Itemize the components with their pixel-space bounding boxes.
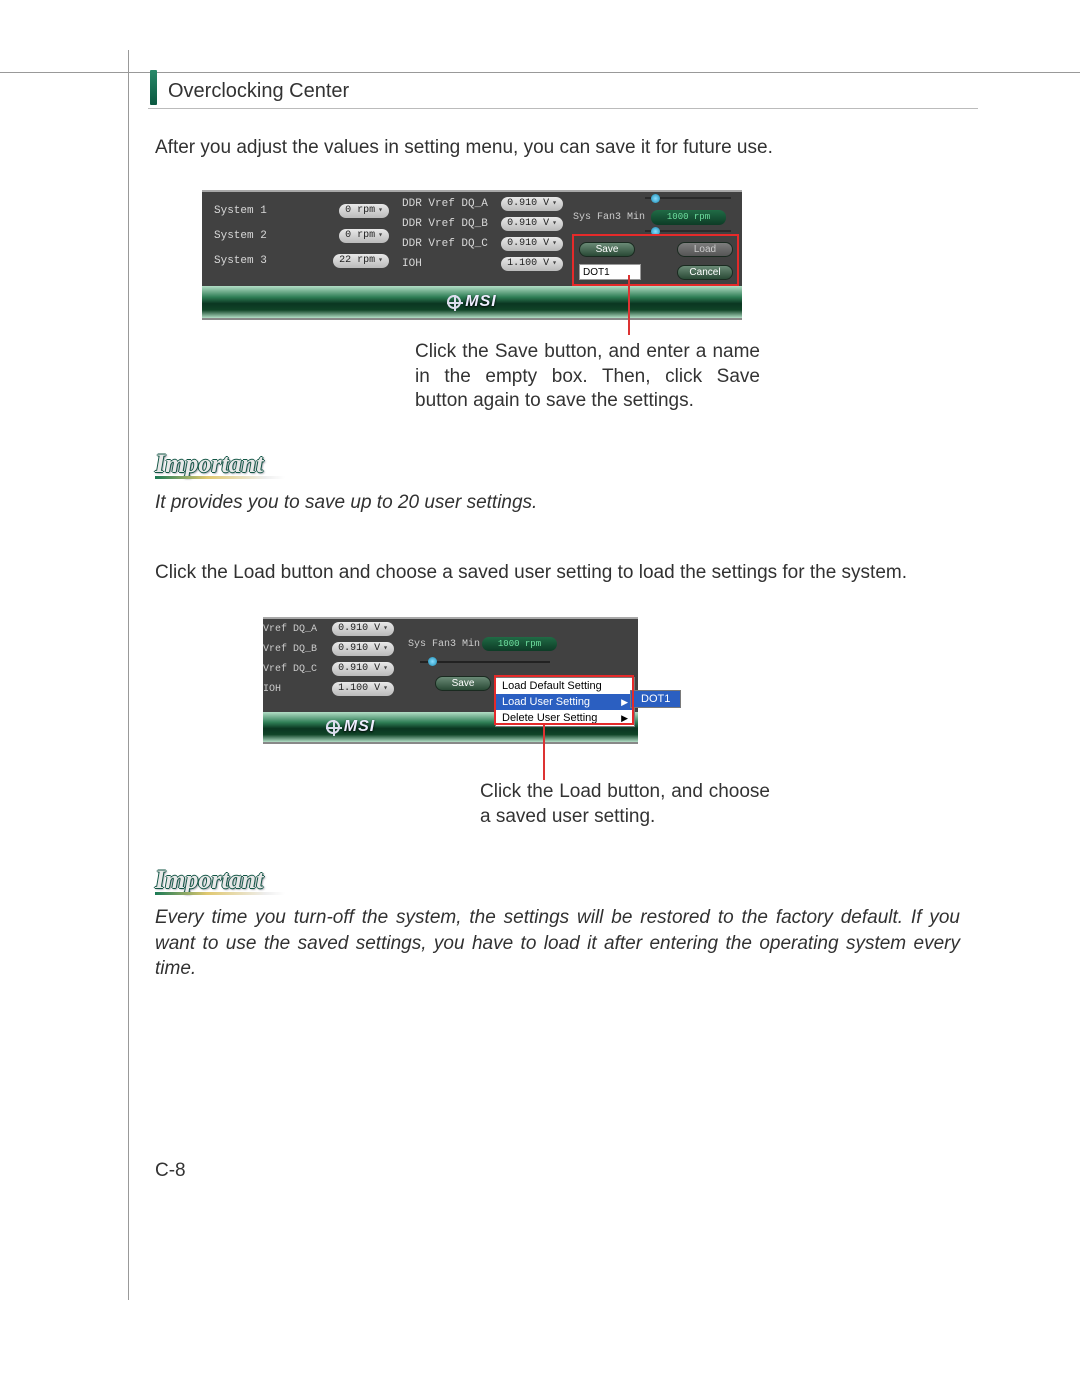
value-pill[interactable]: 0.910 V▾ (332, 642, 394, 656)
value-pill[interactable]: 0.910 V▾ (501, 217, 563, 231)
important-heading: Important (155, 449, 263, 479)
button-row: Save Load (579, 242, 733, 257)
sys-fan-label: Sys Fan3 Min (408, 639, 480, 650)
voltage-row: Vref DQ_A0.910 V▾ (263, 619, 398, 639)
slider-track[interactable] (645, 197, 731, 199)
submenu-item[interactable]: DOT1 (631, 691, 680, 707)
note-text: It provides you to save up to 20 user se… (155, 490, 955, 516)
page-spine (128, 50, 129, 1300)
page-title: Overclocking Center (168, 80, 349, 103)
msi-logo: MSI (326, 718, 375, 736)
cancel-button[interactable]: Cancel (677, 265, 733, 280)
page-rule-top (0, 72, 1080, 73)
voltage-row: IOH1.100 V▾ (263, 679, 398, 699)
sys-fan-label: Sys Fan3 Min (573, 212, 645, 223)
input-row: DOT1 Cancel (579, 264, 733, 280)
callout-save: Click the Save button, and enter a name … (415, 340, 760, 414)
slider-knob[interactable] (428, 657, 437, 666)
chevron-down-icon: ▾ (378, 254, 383, 268)
value-pill[interactable]: 0.910 V▾ (501, 197, 563, 211)
chevron-down-icon: ▾ (383, 682, 388, 696)
value-pill[interactable]: 0 rpm▾ (339, 229, 389, 243)
header-accent (150, 70, 157, 105)
header-rule (148, 108, 978, 109)
chevron-down-icon: ▾ (383, 642, 388, 656)
fan-column: System 1 0 rpm▾ System 2 0 rpm▾ System 3… (214, 198, 389, 273)
callout-load: Click the Load button, and choose a save… (480, 780, 770, 829)
voltage-row: DDR Vref DQ_C0.910 V▾ (402, 234, 563, 254)
slider-knob[interactable] (651, 194, 660, 203)
screenshot-save: System 1 0 rpm▾ System 2 0 rpm▾ System 3… (202, 190, 742, 320)
load-submenu[interactable]: DOT1 (630, 690, 681, 708)
system-row: System 3 22 rpm▾ (214, 248, 389, 273)
chevron-down-icon: ▾ (552, 257, 557, 271)
system-row: System 1 0 rpm▾ (214, 198, 389, 223)
voltage-row: DDR Vref DQ_A0.910 V▾ (402, 194, 563, 214)
chevron-down-icon: ▾ (552, 197, 557, 211)
save-button[interactable]: Save (435, 676, 491, 691)
voltage-row: IOH1.100 V▾ (402, 254, 563, 274)
page-number: C-8 (155, 1160, 186, 1182)
msi-logo: MSI (447, 293, 496, 311)
important-rule (155, 892, 285, 895)
system-row: System 2 0 rpm▾ (214, 223, 389, 248)
chevron-down-icon: ▾ (552, 217, 557, 231)
chevron-down-icon: ▾ (378, 229, 383, 243)
value-pill[interactable]: 0 rpm▾ (339, 204, 389, 218)
slider-track[interactable] (645, 230, 731, 232)
important-heading: Important (155, 865, 263, 895)
value-pill[interactable]: 0.910 V▾ (332, 662, 394, 676)
value-pill[interactable]: 22 rpm▾ (333, 254, 389, 268)
voltage-row: Vref DQ_C0.910 V▾ (263, 659, 398, 679)
voltage-row: Vref DQ_B0.910 V▾ (263, 639, 398, 659)
callout-pointer (543, 725, 545, 780)
row-label: System 3 (214, 255, 267, 267)
load-paragraph: Click the Load button and choose a saved… (155, 560, 965, 586)
sys-fan-value: 1000 rpm (482, 637, 557, 651)
sys-fan-value: 1000 rpm (651, 210, 726, 225)
row-label: System 1 (214, 205, 267, 217)
chevron-down-icon: ▾ (552, 237, 557, 251)
msi-icon (326, 720, 340, 734)
callout-pointer (628, 275, 630, 335)
msi-icon (447, 295, 461, 309)
value-pill[interactable]: 1.100 V▾ (501, 257, 563, 271)
chevron-down-icon: ▾ (383, 622, 388, 636)
profile-name-input[interactable]: DOT1 (579, 264, 641, 280)
value-pill[interactable]: 0.910 V▾ (501, 237, 563, 251)
voltage-row: DDR Vref DQ_B0.910 V▾ (402, 214, 563, 234)
chevron-down-icon: ▾ (378, 204, 383, 218)
chevron-down-icon: ▾ (383, 662, 388, 676)
highlight-box (494, 675, 634, 725)
important-rule (155, 476, 285, 479)
brand-footer: MSI (202, 286, 742, 318)
value-pill[interactable]: 1.100 V▾ (332, 682, 394, 696)
voltage-column: DDR Vref DQ_A0.910 V▾ DDR Vref DQ_B0.910… (402, 194, 563, 274)
save-button[interactable]: Save (579, 242, 635, 257)
value-pill[interactable]: 0.910 V▾ (332, 622, 394, 636)
row-label: System 2 (214, 230, 267, 242)
voltage-column: Vref DQ_A0.910 V▾ Vref DQ_B0.910 V▾ Vref… (263, 619, 398, 699)
slider-track[interactable] (420, 661, 550, 663)
note-text: Every time you turn-off the system, the … (155, 905, 960, 982)
load-button[interactable]: Load (677, 242, 733, 257)
intro-text: After you adjust the values in setting m… (155, 135, 955, 161)
